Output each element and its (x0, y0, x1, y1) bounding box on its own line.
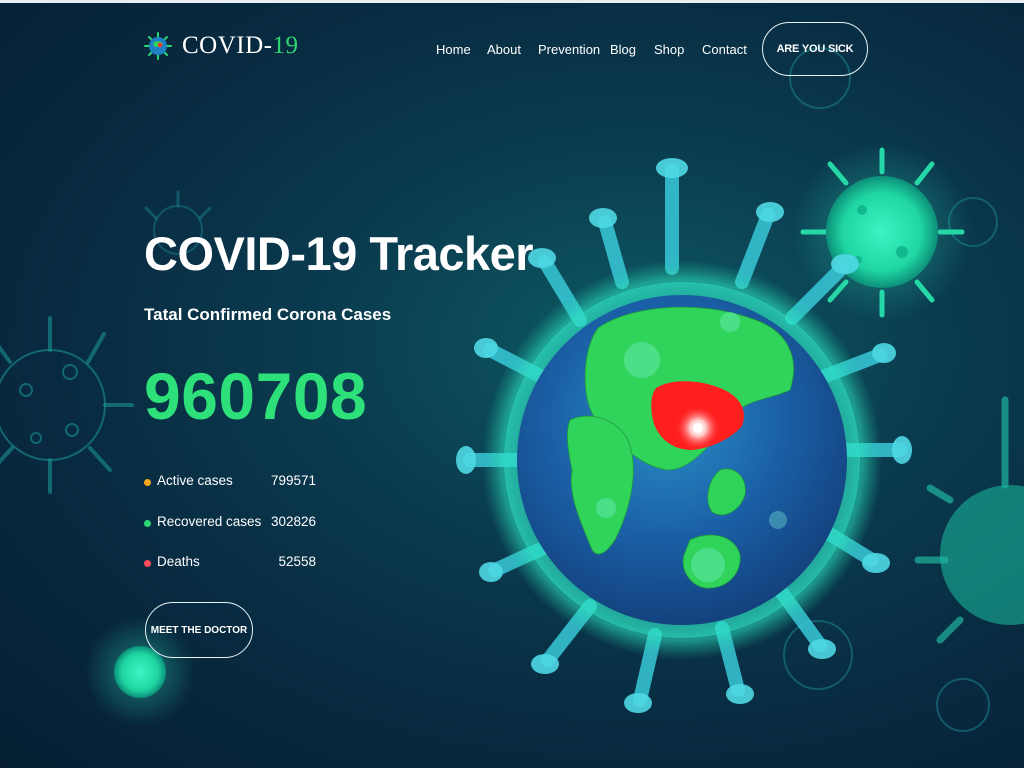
green-dot-icon (144, 520, 151, 527)
brand-name: COVID-19 (182, 32, 299, 59)
total-cases-count: 960708 (144, 359, 368, 433)
stat-value: 799571 (270, 473, 316, 488)
stat-active-cases: Active cases 799571 (144, 473, 316, 493)
stat-label: Recovered cases (157, 514, 262, 529)
nav-home[interactable]: Home (436, 42, 471, 57)
brand-logo[interactable]: COVID-19 (142, 30, 299, 62)
nav-about[interactable]: About (487, 42, 521, 57)
brand-name-accent: 19 (272, 32, 299, 59)
are-you-sick-button[interactable]: ARE YOU SICK (762, 22, 868, 76)
stat-label: Deaths (157, 554, 200, 569)
orange-dot-icon (144, 479, 151, 486)
nav-contact[interactable]: Contact (702, 42, 747, 57)
nav-shop[interactable]: Shop (654, 42, 684, 57)
virus-logo-icon (144, 32, 172, 60)
red-dot-icon (144, 560, 151, 567)
virus-right-edge (914, 396, 1024, 644)
stat-value: 52558 (278, 554, 316, 569)
hero-subtitle: Tatal Confirmed Corona Cases (144, 305, 392, 324)
nav-blog[interactable]: Blog (610, 42, 636, 57)
stat-recovered-cases: Recovered cases 302826 (144, 514, 316, 534)
page-title: COVID-19 Tracker (144, 227, 534, 280)
faint-virus-left (0, 316, 134, 494)
meet-the-doctor-button[interactable]: MEET THE DOCTOR (145, 602, 253, 658)
stat-deaths: Deaths 52558 (144, 554, 316, 574)
stat-label: Active cases (157, 473, 233, 488)
stat-value: 302826 (270, 514, 316, 529)
nav-prevention[interactable]: Prevention (538, 42, 600, 57)
